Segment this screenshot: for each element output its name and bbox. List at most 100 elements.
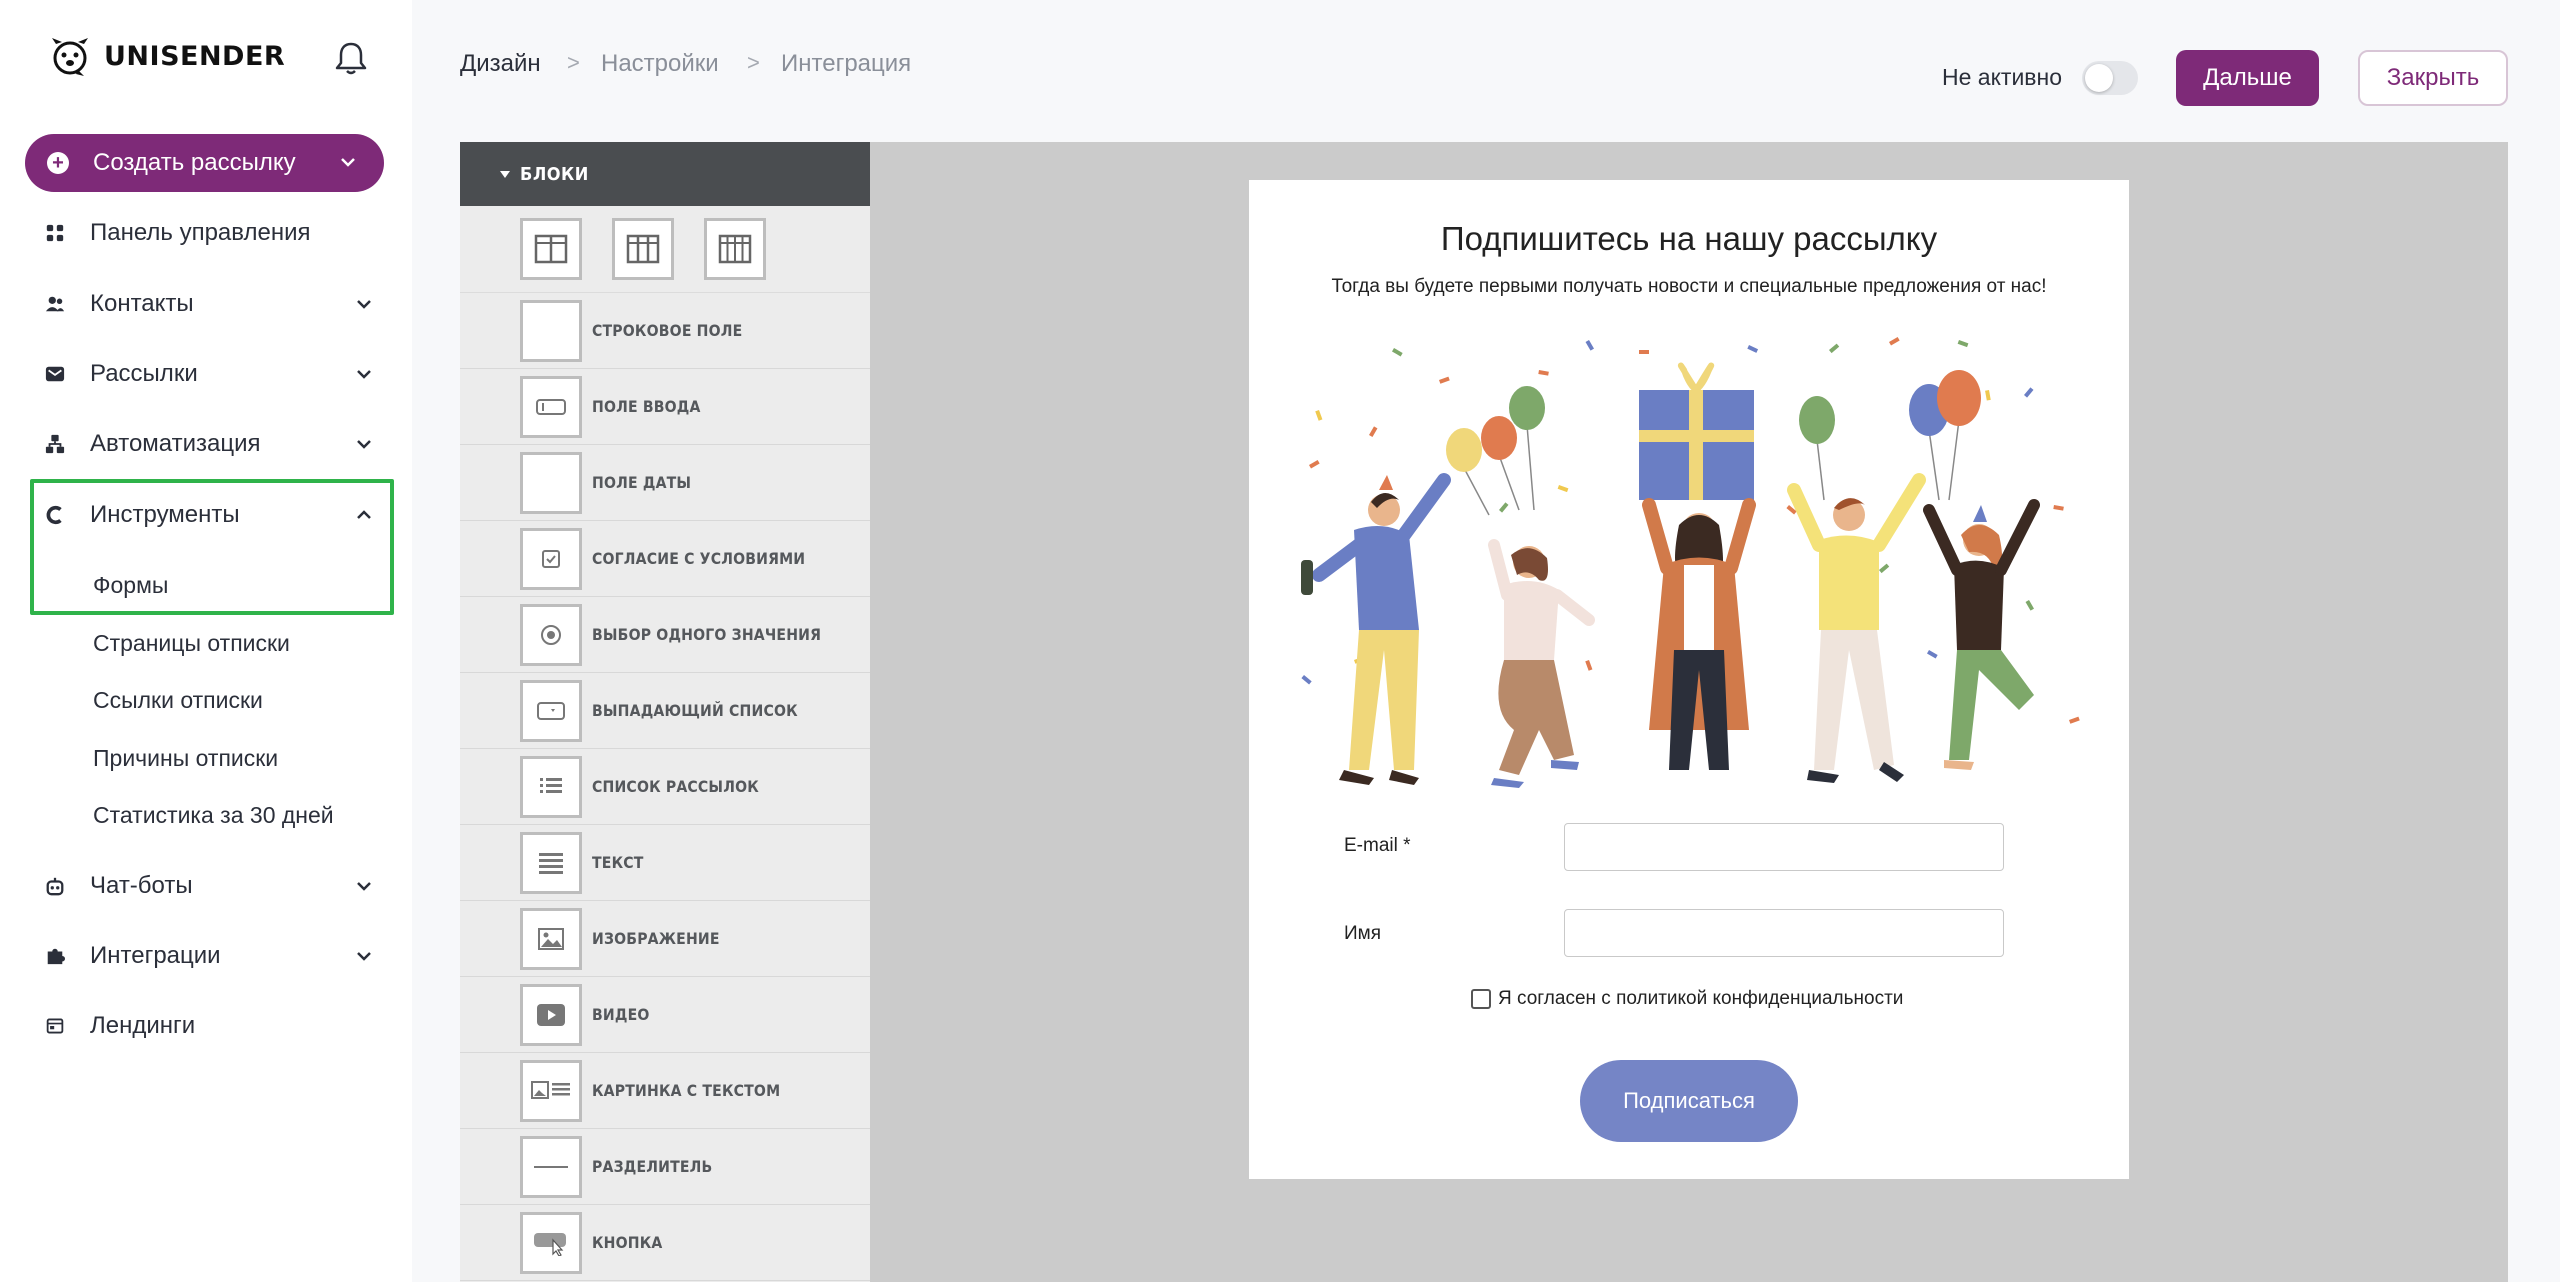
- sidebar-subitem-unsubscribe-reasons[interactable]: Причины отписки: [93, 740, 278, 776]
- puzzle-icon: [44, 945, 66, 967]
- consent-checkbox[interactable]: [1471, 989, 1491, 1009]
- block-divider[interactable]: РАЗДЕЛИТЕЛЬ: [460, 1129, 870, 1205]
- block-label: ПОЛЕ ВВОДА: [592, 397, 701, 416]
- sidebar-subitem-unsubscribe-pages[interactable]: Страницы отписки: [93, 625, 290, 661]
- email-label: E-mail *: [1344, 835, 1411, 857]
- sidebar-subitem-stats-30-days[interactable]: Статистика за 30 дней: [93, 797, 334, 833]
- sidebar-item-contacts[interactable]: Контакты: [44, 284, 374, 324]
- blocks-title: БЛОКИ: [520, 163, 589, 185]
- input-field-icon: [520, 375, 582, 438]
- block-text[interactable]: ТЕКСТ: [460, 825, 870, 901]
- status-label: Не активно: [1942, 64, 2062, 90]
- string-field-icon: [520, 299, 582, 362]
- block-label: ИЗОБРАЖЕНИЕ: [592, 929, 720, 948]
- contacts-icon: [44, 293, 66, 315]
- radio-icon: [520, 603, 582, 666]
- block-string-field[interactable]: СТРОКОВОЕ ПОЛЕ: [460, 293, 870, 369]
- block-label: СТРОКОВОЕ ПОЛЕ: [592, 321, 743, 340]
- sidebar-item-integrations[interactable]: Интеграции: [44, 936, 374, 976]
- toggle-knob: [2085, 64, 2113, 92]
- gift-box: [1639, 362, 1754, 500]
- breadcrumb-design[interactable]: Дизайн: [460, 50, 541, 78]
- consent-row: Я согласен с политикой конфиденциальност…: [1471, 988, 1903, 1010]
- sidebar-item-automation[interactable]: Автоматизация: [44, 424, 374, 464]
- sidebar-item-label: Чат-боты: [90, 872, 193, 899]
- breadcrumb-settings[interactable]: Настройки: [601, 50, 719, 78]
- tools-icon: [44, 504, 66, 526]
- blocks-header[interactable]: БЛОКИ: [460, 142, 870, 206]
- sidebar-item-label: Лендинги: [90, 1012, 196, 1039]
- bell-icon[interactable]: [334, 40, 368, 76]
- checkbox-icon: [520, 527, 582, 590]
- party-illustration: [1301, 337, 2080, 788]
- subscription-form: Подпишитесь на нашу рассылку Тогда вы бу…: [1249, 180, 2129, 1179]
- logo-text: UNISENDER: [104, 40, 286, 72]
- automation-icon: [44, 433, 66, 455]
- block-label: СОГЛАСИЕ С УСЛОВИЯМИ: [592, 549, 806, 568]
- sidebar-item-label: Рассылки: [90, 360, 198, 387]
- sidebar-item-label: Интеграции: [90, 942, 221, 969]
- block-label: СПИСОК РАССЫЛОК: [592, 777, 759, 796]
- form-title: Подпишитесь на нашу рассылку: [1440, 220, 1938, 257]
- block-label: КАРТИНКА С ТЕКСТОМ: [592, 1081, 781, 1100]
- sidebar-item-dashboard[interactable]: Панель управления: [44, 213, 374, 253]
- person-3: [1642, 498, 1756, 770]
- block-radio[interactable]: ВЫБОР ОДНОГО ЗНАЧЕНИЯ: [460, 597, 870, 673]
- active-toggle[interactable]: [2082, 61, 2138, 95]
- block-image-with-text[interactable]: КАРТИНКА С ТЕКСТОМ: [460, 1053, 870, 1129]
- form-subtitle: Тогда вы будете первыми получать новости…: [1331, 276, 2047, 297]
- chevron-down-icon: [357, 882, 371, 891]
- block-label: РАЗДЕЛИТЕЛЬ: [592, 1157, 713, 1176]
- sidebar-item-label: Инструменты: [90, 501, 240, 528]
- sidebar-subitem-forms[interactable]: Формы: [93, 567, 168, 603]
- name-input[interactable]: [1564, 909, 2004, 957]
- block-input-field[interactable]: ПОЛЕ ВВОДА: [460, 369, 870, 445]
- required-mark: *: [1403, 835, 1411, 856]
- dropdown-icon: [520, 679, 582, 742]
- email-input[interactable]: [1564, 823, 2004, 871]
- sidebar-item-chatbots[interactable]: Чат-боты: [44, 866, 374, 906]
- person-5: [1923, 499, 2040, 770]
- text-lines-icon: [520, 831, 582, 894]
- two-columns-icon[interactable]: [520, 218, 582, 280]
- date-field-icon: [520, 451, 582, 514]
- block-button[interactable]: КНОПКА: [460, 1205, 870, 1281]
- three-columns-icon[interactable]: [612, 218, 674, 280]
- block-label: ВЫБОР ОДНОГО ЗНАЧЕНИЯ: [592, 625, 822, 644]
- next-button[interactable]: Дальше: [2176, 50, 2319, 106]
- breadcrumb-separator: >: [747, 50, 760, 75]
- breadcrumb-separator: >: [567, 50, 580, 75]
- sidebar-item-label: Панель управления: [90, 219, 311, 246]
- collapse-triangle-icon: [500, 170, 510, 178]
- four-columns-icon[interactable]: [704, 218, 766, 280]
- logo[interactable]: UNISENDER: [48, 34, 285, 78]
- block-video[interactable]: ВИДЕО: [460, 977, 870, 1053]
- chevron-down-icon: [357, 952, 371, 961]
- sidebar-item-label: Автоматизация: [90, 430, 261, 457]
- sidebar-item-campaigns[interactable]: Рассылки: [44, 354, 374, 394]
- list-icon: [520, 755, 582, 818]
- button-cursor-icon: [520, 1211, 582, 1274]
- chevron-down-icon: [341, 158, 355, 167]
- sidebar-item-landings[interactable]: Лендинги: [44, 1006, 374, 1046]
- person-2: [1488, 539, 1595, 788]
- subscribe-button[interactable]: Подписаться: [1580, 1060, 1798, 1142]
- block-label: КНОПКА: [592, 1233, 663, 1252]
- sidebar-subitem-unsubscribe-links[interactable]: Ссылки отписки: [93, 682, 263, 718]
- landing-icon: [44, 1015, 66, 1037]
- mail-icon: [44, 363, 66, 385]
- sidebar-item-tools[interactable]: Инструменты: [44, 495, 374, 535]
- create-campaign-button[interactable]: + Создать рассылку: [25, 134, 384, 192]
- block-label: ВИДЕО: [592, 1005, 650, 1024]
- chevron-down-icon: [357, 300, 371, 309]
- chevron-down-icon: [357, 440, 371, 449]
- block-consent[interactable]: СОГЛАСИЕ С УСЛОВИЯМИ: [460, 521, 870, 597]
- breadcrumb-integration[interactable]: Интеграция: [781, 50, 911, 78]
- block-dropdown[interactable]: ВЫПАДАЮЩИЙ СПИСОК: [460, 673, 870, 749]
- dashboard-icon: [44, 222, 66, 244]
- chatbot-icon: [44, 875, 66, 897]
- block-image[interactable]: ИЗОБРАЖЕНИЕ: [460, 901, 870, 977]
- block-mailing-lists[interactable]: СПИСОК РАССЫЛОК: [460, 749, 870, 825]
- block-date-field[interactable]: ПОЛЕ ДАТЫ: [460, 445, 870, 521]
- close-button[interactable]: Закрыть: [2358, 50, 2508, 106]
